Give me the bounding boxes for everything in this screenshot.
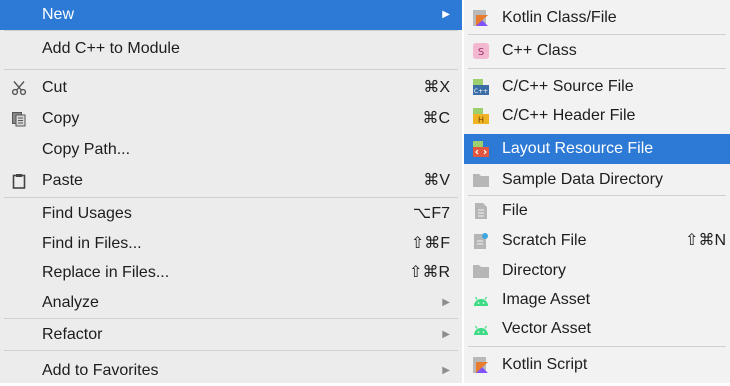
scissors-icon bbox=[11, 81, 27, 96]
submenu-item-file[interactable]: File bbox=[464, 196, 730, 226]
folder-icon bbox=[473, 174, 489, 187]
separator bbox=[4, 197, 458, 198]
submenu-item-scratch-file[interactable]: Scratch File ⇧⌘N bbox=[464, 226, 730, 256]
new-submenu: Kotlin Class/File S C++ Class C++ C/C++ … bbox=[464, 0, 730, 383]
kotlin-script-icon bbox=[473, 357, 488, 373]
submenu-item-kotlin-class-file[interactable]: Kotlin Class/File bbox=[464, 3, 730, 33]
menu-item-label: Cut bbox=[42, 79, 67, 96]
menu-item-label: Refactor bbox=[42, 326, 103, 343]
menu-item-find-usages[interactable]: Find Usages ⌥F7 bbox=[0, 199, 462, 229]
layout-resource-file-icon bbox=[473, 141, 489, 157]
submenu-item-layout-resource-file[interactable]: Layout Resource File bbox=[464, 134, 730, 164]
clipboard-icon bbox=[12, 174, 26, 189]
menu-item-paste[interactable]: Paste ⌘V bbox=[0, 166, 462, 196]
submenu-arrow-icon: ▶ bbox=[442, 365, 450, 376]
menu-item-label: Paste bbox=[42, 172, 83, 189]
menu-item-label: Layout Resource File bbox=[502, 140, 654, 157]
menu-item-label: Image Asset bbox=[502, 291, 591, 308]
shortcut-label: ⇧⌘F bbox=[410, 235, 450, 252]
copy-icon bbox=[12, 112, 26, 127]
menu-item-find-in-files[interactable]: Find in Files... ⇧⌘F bbox=[0, 229, 462, 259]
submenu-item-kotlin-script[interactable]: Kotlin Script bbox=[464, 350, 730, 380]
menu-item-label: Replace in Files... bbox=[42, 264, 170, 281]
menu-item-cut[interactable]: Cut ⌘X bbox=[0, 73, 462, 103]
context-menu: New ▶ Add C++ to Module Cut ⌘X Copy ⌘C C… bbox=[0, 0, 462, 383]
submenu-item-cpp-source-file[interactable]: C++ C/C++ Source File bbox=[464, 72, 730, 102]
cpp-class-icon: S bbox=[473, 43, 489, 59]
shortcut-label: ⌘C bbox=[422, 110, 450, 127]
svg-text:C++: C++ bbox=[474, 88, 488, 95]
separator bbox=[4, 69, 458, 70]
menu-item-label: New bbox=[42, 6, 75, 23]
menu-item-label: Kotlin Class/File bbox=[502, 9, 617, 26]
submenu-item-vector-asset[interactable]: Vector Asset bbox=[464, 314, 730, 344]
menu-item-add-cpp-to-module[interactable]: Add C++ to Module bbox=[0, 34, 462, 64]
menu-item-refactor[interactable]: Refactor ▶ bbox=[0, 320, 462, 350]
menu-item-label: Copy bbox=[42, 110, 80, 127]
menu-item-copy[interactable]: Copy ⌘C bbox=[0, 104, 462, 134]
file-icon bbox=[475, 203, 487, 219]
submenu-item-cpp-class[interactable]: S C++ Class bbox=[464, 36, 730, 66]
menu-item-analyze[interactable]: Analyze ▶ bbox=[0, 288, 462, 318]
menu-item-label: Kotlin Script bbox=[502, 356, 588, 373]
menu-item-label: Find in Files... bbox=[42, 235, 142, 252]
menu-item-label: Add C++ to Module bbox=[42, 40, 180, 57]
menu-item-label: Vector Asset bbox=[502, 320, 591, 337]
menu-item-label: Copy Path... bbox=[42, 141, 131, 158]
submenu-item-directory[interactable]: Directory bbox=[464, 256, 730, 286]
folder-icon bbox=[473, 265, 489, 278]
menu-item-copy-path[interactable]: Copy Path... bbox=[0, 135, 462, 165]
separator bbox=[4, 318, 458, 319]
menu-item-label: Analyze bbox=[42, 294, 99, 311]
menu-item-label: Scratch File bbox=[502, 232, 587, 249]
shortcut-label: ⇧⌘R bbox=[409, 264, 450, 281]
submenu-arrow-icon: ▶ bbox=[442, 297, 450, 308]
menu-item-label: Sample Data Directory bbox=[502, 171, 663, 188]
menu-item-replace-in-files[interactable]: Replace in Files... ⇧⌘R bbox=[0, 258, 462, 288]
submenu-arrow-icon: ▶ bbox=[442, 9, 450, 20]
android-icon bbox=[474, 325, 488, 335]
menu-item-label: Add to Favorites bbox=[42, 362, 159, 379]
menu-item-label: C/C++ Header File bbox=[502, 107, 636, 124]
menu-item-label: Directory bbox=[502, 262, 567, 279]
separator bbox=[4, 350, 458, 351]
cpp-header-file-icon: H bbox=[473, 108, 489, 124]
cpp-source-file-icon: C++ bbox=[473, 79, 489, 95]
shortcut-label: ⌥F7 bbox=[412, 205, 450, 222]
shortcut-label: ⇧⌘N bbox=[685, 232, 726, 249]
scratch-file-icon bbox=[474, 233, 488, 249]
menu-item-add-to-favorites[interactable]: Add to Favorites ▶ bbox=[0, 356, 462, 386]
android-icon bbox=[474, 296, 488, 306]
menu-item-new[interactable]: New ▶ bbox=[0, 0, 462, 30]
separator bbox=[468, 34, 726, 35]
shortcut-label: ⌘V bbox=[423, 172, 450, 189]
svg-text:S: S bbox=[478, 47, 484, 58]
menu-item-label: C++ Class bbox=[502, 42, 577, 59]
menu-item-label: Find Usages bbox=[42, 205, 132, 222]
separator bbox=[4, 30, 458, 31]
shortcut-label: ⌘X bbox=[423, 79, 450, 96]
submenu-item-sample-data-directory[interactable]: Sample Data Directory bbox=[464, 165, 730, 195]
submenu-item-cpp-header-file[interactable]: H C/C++ Header File bbox=[464, 101, 730, 131]
separator bbox=[468, 346, 726, 347]
submenu-arrow-icon: ▶ bbox=[442, 329, 450, 340]
submenu-item-image-asset[interactable]: Image Asset bbox=[464, 285, 730, 315]
separator bbox=[468, 68, 726, 69]
menu-item-label: C/C++ Source File bbox=[502, 78, 634, 95]
svg-text:H: H bbox=[478, 116, 484, 125]
menu-item-label: File bbox=[502, 202, 528, 219]
kotlin-file-icon bbox=[473, 10, 488, 26]
